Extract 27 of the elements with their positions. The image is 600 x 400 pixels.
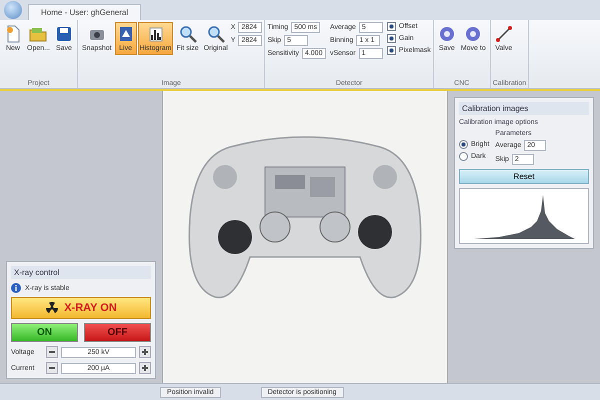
info-icon — [11, 283, 21, 293]
increase-button[interactable] — [139, 346, 151, 358]
ribbon-tab[interactable]: Home - User: ghGeneral — [28, 4, 142, 20]
plus-icon — [142, 365, 148, 371]
on-button[interactable]: ON — [11, 323, 78, 342]
checkbox[interactable] — [386, 34, 396, 43]
magnifier-icon — [178, 25, 197, 43]
status-text: X-RAY ON — [64, 302, 117, 314]
increase-button[interactable] — [139, 362, 151, 374]
reset-button[interactable]: Reset — [459, 169, 589, 184]
decrease-button[interactable] — [46, 362, 58, 374]
magnifier-icon — [206, 25, 225, 43]
bar-chart-icon — [146, 25, 165, 43]
panel-title: X-ray control — [11, 266, 151, 279]
minus-icon — [49, 367, 55, 369]
decrease-button[interactable] — [46, 346, 58, 358]
radiation-icon — [45, 301, 60, 315]
nodes-icon — [494, 25, 513, 43]
radio-button[interactable] — [459, 140, 468, 149]
checkbox[interactable] — [386, 46, 396, 55]
checkbox[interactable] — [386, 22, 396, 31]
panel-title: Calibration images — [459, 102, 589, 115]
plus-icon — [142, 349, 148, 355]
radio-button[interactable] — [459, 152, 468, 161]
document-icon — [4, 25, 22, 43]
minus-icon — [49, 351, 55, 353]
folder-icon — [29, 25, 48, 43]
